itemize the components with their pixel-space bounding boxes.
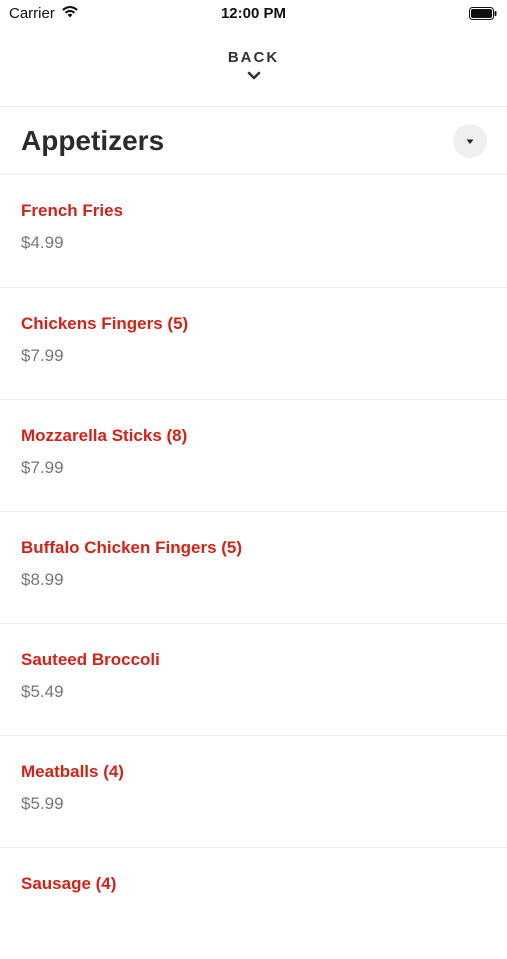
menu-item-price: $8.99 (21, 570, 64, 589)
menu-item-price: $7.99 (21, 458, 64, 477)
section-dropdown-button[interactable] (453, 124, 487, 158)
menu-item[interactable]: Meatballs (4) $5.99 (0, 735, 507, 847)
menu-item-name: French Fries (21, 201, 124, 220)
menu-item-name: Sausage (4) (21, 874, 117, 893)
menu-item-price: $5.49 (21, 682, 64, 701)
section-title: Appetizers (21, 125, 165, 156)
back-label: BACK (227, 49, 280, 66)
menu-item-name: Meatballs (4) (21, 762, 124, 781)
menu-item-name: Buffalo Chicken Fingers (5) (21, 538, 243, 557)
menu-item[interactable]: Sauteed Broccoli $5.49 (0, 623, 507, 735)
caret-down-icon (465, 132, 475, 150)
menu-item-name: Chickens Fingers (5) (21, 314, 189, 333)
menu-item-price: $4.99 (21, 233, 64, 252)
header-divider (0, 106, 507, 107)
menu-item[interactable]: French Fries $4.99 (0, 175, 507, 287)
section-header: Appetizers (0, 108, 507, 175)
menu-item-name: Sauteed Broccoli (21, 650, 160, 669)
menu-item-price: $5.99 (21, 794, 64, 813)
chevron-down-icon (0, 68, 507, 86)
menu-list: French Fries $4.99 Chickens Fingers (5) … (0, 175, 507, 959)
back-button[interactable]: BACK (0, 46, 507, 92)
status-time: 12:00 PM (220, 5, 287, 22)
status-bar: Carrier 12:00 PM (0, 0, 507, 28)
menu-item[interactable]: Buffalo Chicken Fingers (5) $8.99 (0, 511, 507, 623)
menu-item[interactable]: Sausage (4) (0, 847, 507, 959)
menu-item[interactable]: Chickens Fingers (5) $7.99 (0, 287, 507, 399)
menu-item-price: $7.99 (21, 346, 64, 365)
menu-item-name: Mozzarella Sticks (8) (21, 426, 188, 445)
menu-item[interactable]: Mozzarella Sticks (8) $7.99 (0, 399, 507, 511)
battery-icon (469, 7, 497, 25)
